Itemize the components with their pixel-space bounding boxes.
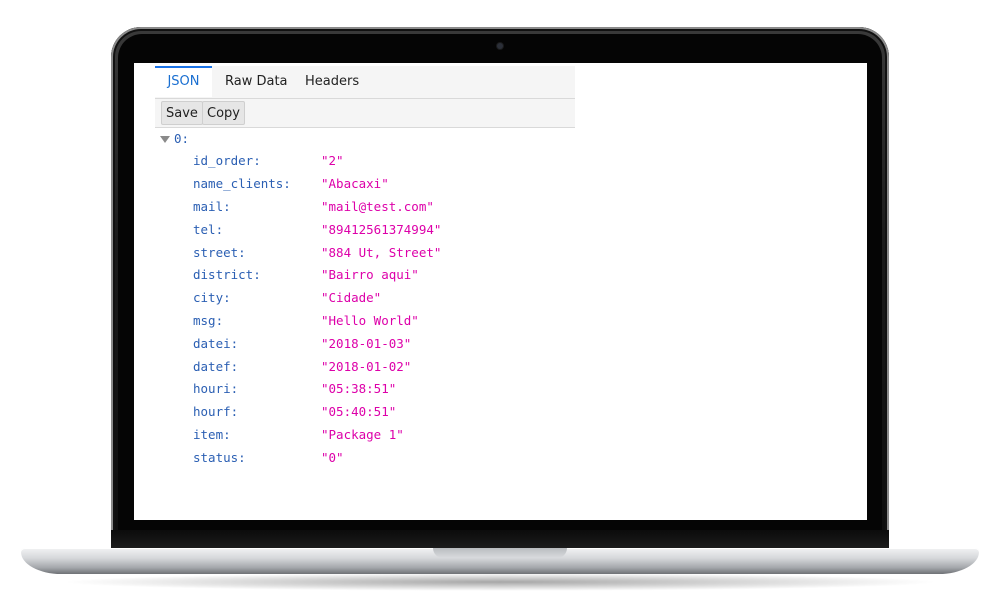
- tree-row[interactable]: id_order: "2": [193, 151, 344, 171]
- tree-row[interactable]: city: "Cidade": [193, 288, 381, 308]
- tab-bar: JSON Raw Data Headers: [155, 66, 575, 99]
- laptop-shadow: [60, 573, 940, 591]
- row-value: "Abacaxi": [321, 176, 389, 191]
- triangle-down-icon[interactable]: [160, 136, 170, 143]
- copy-button[interactable]: Copy: [202, 101, 245, 125]
- tree-row[interactable]: mail: "mail@test.com": [193, 197, 434, 217]
- screen: JSON Raw Data Headers Save Copy 0: id_or…: [134, 63, 867, 520]
- tree-row[interactable]: tel: "89412561374994": [193, 220, 441, 240]
- row-key: district:: [193, 267, 261, 282]
- tree-row[interactable]: name_clients: "Abacaxi": [193, 174, 389, 194]
- row-key: id_order:: [193, 153, 261, 168]
- row-key: houri:: [193, 381, 239, 396]
- row-key: street:: [193, 245, 246, 260]
- tab-headers[interactable]: Headers: [293, 66, 371, 97]
- tab-json[interactable]: JSON: [155, 66, 212, 97]
- row-key: item:: [193, 427, 231, 442]
- tree-row[interactable]: district: "Bairro aqui": [193, 265, 419, 285]
- tree-row[interactable]: item: "Package 1": [193, 425, 404, 445]
- tree-row[interactable]: houri: "05:38:51": [193, 379, 396, 399]
- row-key: mail:: [193, 199, 231, 214]
- tree-row[interactable]: status: "0": [193, 448, 344, 468]
- row-value: "Hello World": [321, 313, 419, 328]
- row-value: "2018-01-03": [321, 336, 412, 351]
- root-key: 0:: [174, 131, 190, 146]
- row-key: msg:: [193, 313, 224, 328]
- tree-row[interactable]: street: "884 Ut, Street": [193, 243, 441, 263]
- row-key: status:: [193, 450, 246, 465]
- tree-row[interactable]: datef: "2018-01-02": [193, 357, 411, 377]
- row-key: hourf:: [193, 404, 239, 419]
- save-button[interactable]: Save: [161, 101, 203, 125]
- laptop-mockup: JSON Raw Data Headers Save Copy 0: id_or…: [0, 0, 1000, 615]
- tree-row[interactable]: msg: "Hello World": [193, 311, 419, 331]
- row-value: "Package 1": [321, 427, 404, 442]
- camera-icon: [497, 43, 503, 49]
- tab-raw-data[interactable]: Raw Data: [213, 66, 300, 97]
- row-value: "mail@test.com": [321, 199, 434, 214]
- tree-row[interactable]: datei: "2018-01-03": [193, 334, 411, 354]
- tree-root-node[interactable]: 0:: [160, 129, 189, 149]
- row-key: name_clients:: [193, 176, 291, 191]
- row-value: "05:38:51": [321, 381, 397, 396]
- row-key: city:: [193, 290, 231, 305]
- row-key: tel:: [193, 222, 224, 237]
- hinge: [111, 530, 889, 550]
- row-value: "0": [321, 450, 344, 465]
- row-value: "Bairro aqui": [321, 267, 419, 282]
- row-value: "05:40:51": [321, 404, 397, 419]
- json-toolbar: Save Copy: [155, 99, 575, 128]
- row-value: "89412561374994": [321, 222, 442, 237]
- json-viewer: JSON Raw Data Headers Save Copy 0: id_or…: [134, 63, 575, 520]
- row-key: datei:: [193, 336, 239, 351]
- row-value: "2018-01-02": [321, 359, 412, 374]
- row-value: "2": [321, 153, 344, 168]
- row-value: "Cidade": [321, 290, 382, 305]
- row-value: "884 Ut, Street": [321, 245, 442, 260]
- tree-row[interactable]: hourf: "05:40:51": [193, 402, 396, 422]
- row-key: datef:: [193, 359, 239, 374]
- lid-opening-notch: [433, 548, 567, 558]
